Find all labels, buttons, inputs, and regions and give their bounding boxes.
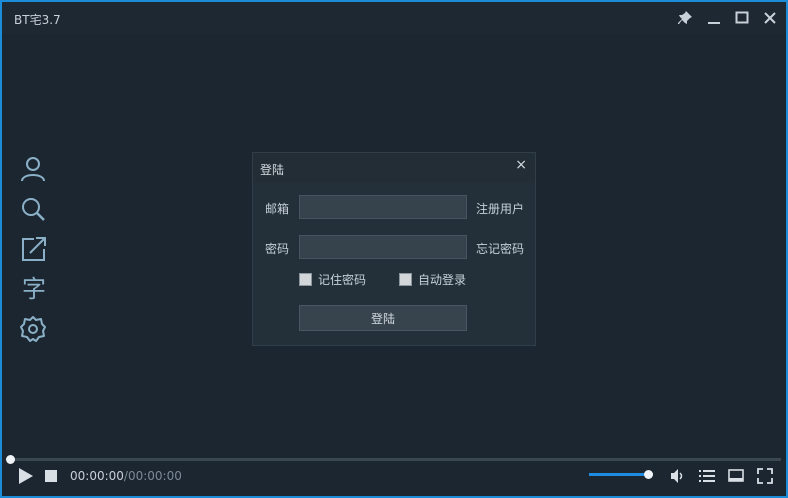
mini-mode-icon[interactable]	[728, 468, 744, 484]
login-dialog: 登陆 × 邮箱 注册用户 密码 忘记密码 记住密码 自动登录 登陆	[252, 152, 536, 346]
speaker-icon[interactable]	[669, 468, 685, 484]
remember-password-checkbox[interactable]	[299, 273, 312, 286]
forgot-password-link[interactable]: 忘记密码	[476, 240, 524, 257]
password-field[interactable]	[299, 235, 467, 259]
fullscreen-icon[interactable]	[757, 468, 773, 484]
player-window: BT宅3.7 字 登陆 × 邮箱 注册用户 密码 忘记密码 记住密码 自动登录 …	[2, 2, 786, 496]
settings-gear-icon[interactable]	[18, 314, 48, 344]
auto-login-label: 自动登录	[418, 273, 467, 287]
pin-icon[interactable]	[676, 9, 694, 27]
subtitle-icon[interactable]: 字	[19, 274, 49, 304]
email-field[interactable]	[299, 195, 467, 219]
playlist-icon[interactable]	[699, 468, 715, 484]
minimize-icon[interactable]	[705, 9, 723, 27]
titlebar[interactable]: BT宅3.7	[2, 2, 786, 34]
search-icon[interactable]	[18, 194, 48, 224]
volume-knob[interactable]	[643, 470, 653, 479]
remember-password-label: 记住密码	[318, 273, 367, 287]
dialog-header[interactable]: 登陆 ×	[253, 153, 535, 183]
auto-login-checkbox[interactable]	[399, 273, 412, 286]
remember-password-option[interactable]: 记住密码	[299, 271, 366, 288]
current-time: 00:00:00	[70, 469, 124, 483]
total-time: 00:00:00	[127, 469, 182, 483]
close-icon[interactable]	[761, 9, 779, 27]
progress-bar[interactable]	[9, 458, 781, 461]
login-button[interactable]: 登陆	[299, 305, 467, 331]
progress-knob[interactable]	[6, 455, 15, 464]
time-display: 00:00:00/00:00:00	[70, 469, 182, 483]
user-icon[interactable]	[18, 154, 48, 184]
dialog-title: 登陆	[260, 163, 285, 177]
window-title: BT宅3.7	[14, 13, 61, 27]
dialog-close-icon[interactable]: ×	[515, 157, 527, 173]
stop-icon[interactable]	[45, 470, 57, 482]
play-icon[interactable]	[15, 466, 35, 486]
maximize-icon[interactable]	[733, 9, 751, 27]
external-link-icon[interactable]	[18, 234, 48, 264]
password-label: 密码	[265, 242, 290, 256]
auto-login-option[interactable]: 自动登录	[399, 271, 466, 288]
register-link[interactable]: 注册用户	[476, 200, 524, 217]
email-label: 邮箱	[265, 202, 290, 216]
